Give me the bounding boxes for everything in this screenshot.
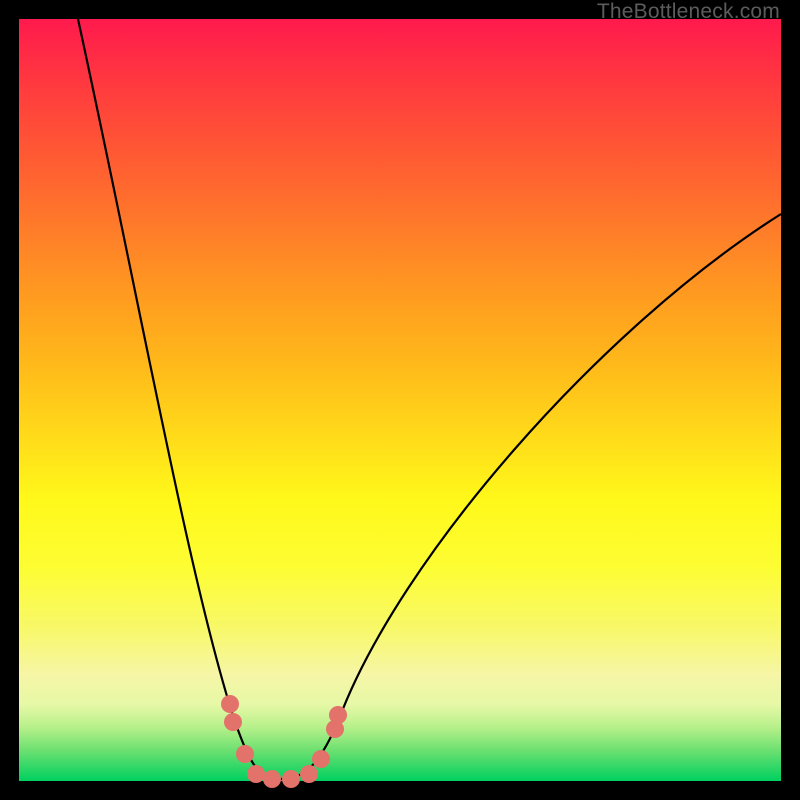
curve-dot xyxy=(263,770,281,788)
curve-dot xyxy=(224,713,242,731)
curve-dot xyxy=(300,765,318,783)
chart-plot-area xyxy=(19,19,781,781)
bottleneck-curve xyxy=(78,19,781,779)
curve-dot xyxy=(312,750,330,768)
curve-dot xyxy=(236,745,254,763)
curve-dot xyxy=(221,695,239,713)
curve-dot xyxy=(329,706,347,724)
curve-svg xyxy=(19,19,781,781)
curve-dot xyxy=(282,770,300,788)
watermark-text: TheBottleneck.com xyxy=(597,0,780,24)
